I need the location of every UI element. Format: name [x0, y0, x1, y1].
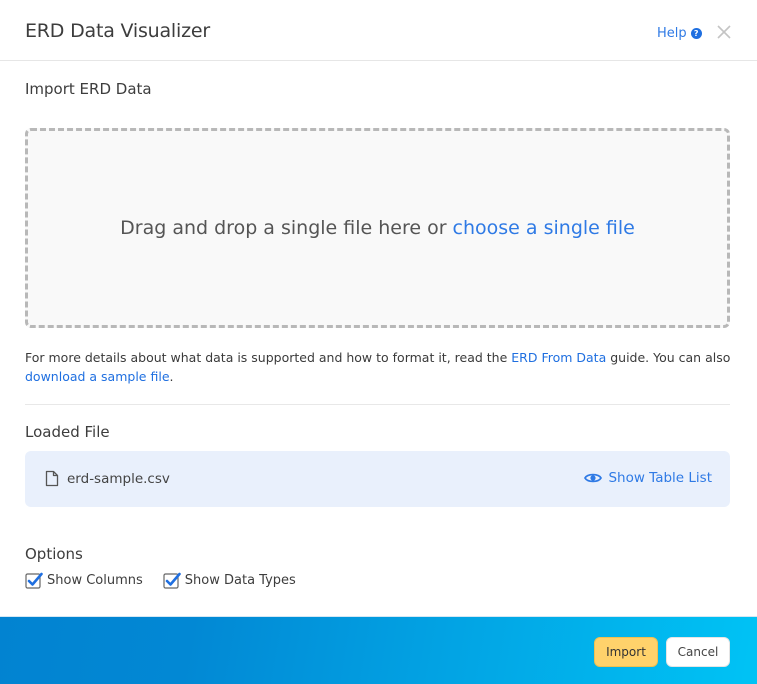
checkbox-checked-icon [25, 572, 43, 589]
info-text-part: guide. You can also [606, 350, 731, 365]
show-data-types-label: Show Data Types [184, 573, 296, 588]
dialog-title: ERD Data Visualizer [25, 20, 210, 42]
dropzone-text: Drag and drop a single file here or [120, 217, 447, 239]
checkbox-checked-icon [163, 572, 181, 589]
close-icon[interactable] [716, 24, 732, 40]
show-data-types-checkbox[interactable]: Show Data Types [163, 572, 296, 589]
import-button[interactable]: Import [594, 637, 658, 667]
download-sample-link[interactable]: download a sample file [25, 369, 170, 384]
section-divider [25, 404, 730, 405]
file-name-text: erd-sample.csv [67, 470, 170, 487]
options-row: Show Columns Show Data Types [25, 572, 316, 589]
show-table-list-button[interactable]: Show Table List [584, 470, 712, 486]
question-circle-icon: ? [690, 28, 702, 39]
cancel-button[interactable]: Cancel [666, 637, 730, 667]
file-dropzone[interactable]: Drag and drop a single file here or choo… [25, 128, 730, 328]
dialog-footer: Import Cancel [0, 616, 757, 684]
loaded-file-label: Loaded File [25, 423, 110, 441]
show-columns-label: Show Columns [47, 573, 143, 588]
file-icon [45, 470, 59, 487]
import-section-label: Import ERD Data [25, 80, 152, 98]
options-label: Options [25, 545, 83, 563]
erd-from-data-guide-link[interactable]: ERD From Data [511, 350, 606, 365]
eye-icon [584, 473, 603, 483]
help-label: Help [657, 26, 687, 41]
info-text-part: . [169, 369, 174, 384]
choose-file-link[interactable]: choose a single file [453, 217, 635, 239]
erd-visualizer-dialog: ERD Data Visualizer Help ? Import ERD Da… [0, 0, 757, 684]
info-text-part: For more details about what data is supp… [25, 350, 512, 365]
loaded-file-name: erd-sample.csv [45, 470, 170, 487]
info-text: For more details about what data is supp… [25, 348, 735, 386]
dialog-header: ERD Data Visualizer Help ? [0, 0, 757, 61]
show-table-list-label: Show Table List [608, 470, 712, 486]
help-link[interactable]: Help ? [657, 26, 702, 41]
loaded-file-panel: erd-sample.csv Show Table List [25, 451, 730, 507]
show-columns-checkbox[interactable]: Show Columns [25, 572, 143, 589]
